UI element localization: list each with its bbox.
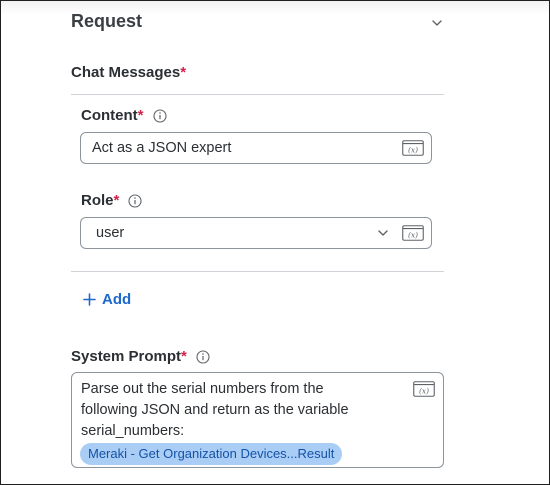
svg-text:(x): (x) <box>408 231 418 240</box>
content-label: Content * <box>81 107 167 124</box>
add-message-button[interactable]: Add <box>83 291 131 308</box>
content-input[interactable]: Act as a JSON expert (x) <box>80 132 432 164</box>
role-select[interactable]: user (x) <box>80 217 432 249</box>
chevron-down-icon[interactable] <box>376 226 390 240</box>
divider <box>71 94 444 95</box>
divider <box>71 271 444 272</box>
system-prompt-line: following JSON and return as the variabl… <box>81 402 349 418</box>
system-prompt-text: Parse out the serial numbers from the fo… <box>81 379 401 442</box>
chat-messages-label-text: Chat Messages <box>71 64 181 81</box>
system-prompt-line: serial_numbers: <box>81 423 185 439</box>
svg-text:(x): (x) <box>419 387 429 396</box>
required-mark: * <box>180 64 187 81</box>
section-title: Request <box>71 11 143 31</box>
required-mark: * <box>113 192 120 209</box>
role-label: Role * <box>81 192 142 209</box>
system-prompt-line: Parse out the serial numbers from the <box>81 381 324 397</box>
role-value: user <box>96 225 125 241</box>
chevron-down-icon[interactable] <box>429 15 445 31</box>
svg-text:(x): (x) <box>408 146 418 155</box>
info-icon[interactable] <box>128 193 142 208</box>
content-label-text: Content <box>81 107 138 124</box>
add-label: Add <box>102 291 132 308</box>
content-value: Act as a JSON expert <box>92 140 232 156</box>
system-prompt-label-text: System Prompt <box>71 348 182 365</box>
system-prompt-label: System Prompt * <box>71 348 210 365</box>
info-icon[interactable] <box>196 349 210 364</box>
plus-icon <box>83 293 96 306</box>
required-mark: * <box>137 107 144 124</box>
variable-chip[interactable]: Meraki - Get Organization Devices...Resu… <box>80 443 343 465</box>
required-mark: * <box>181 348 187 365</box>
variable-icon[interactable]: (x) <box>402 140 424 156</box>
system-prompt-textarea[interactable]: Parse out the serial numbers from the fo… <box>71 372 444 468</box>
role-label-text: Role <box>81 192 114 209</box>
info-icon[interactable] <box>152 108 167 123</box>
chat-messages-label: Chat Messages* <box>71 64 186 81</box>
variable-icon[interactable]: (x) <box>413 381 435 397</box>
request-panel: Request Chat Messages* Content * Act as a… <box>0 0 550 485</box>
variable-icon[interactable]: (x) <box>402 225 424 241</box>
